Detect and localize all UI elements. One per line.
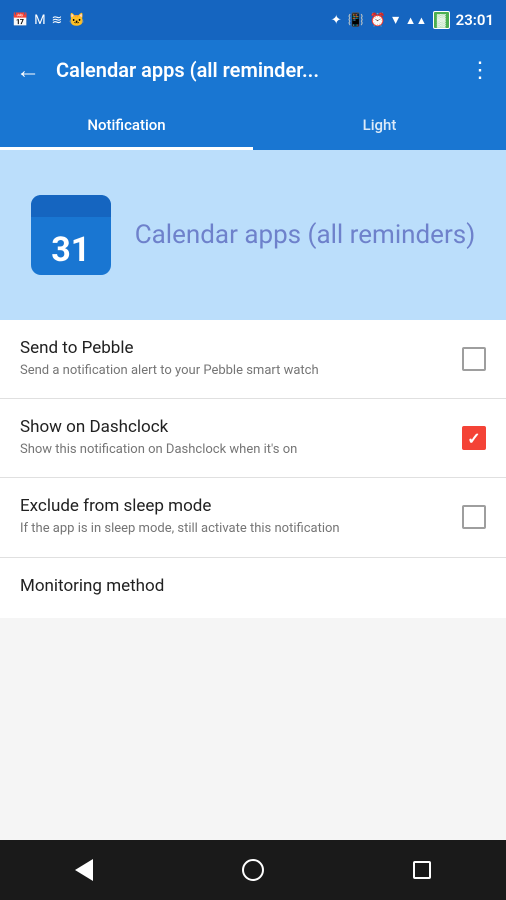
- more-options-button[interactable]: ⋮: [469, 58, 490, 83]
- alarm-icon: ⏰: [370, 13, 386, 28]
- settings-list: Send to Pebble Send a notification alert…: [0, 320, 506, 618]
- tab-notification[interactable]: Notification: [0, 100, 253, 150]
- hero-app-name: Calendar apps (all reminders): [135, 220, 476, 250]
- show-on-dashclock-checkbox[interactable]: [462, 426, 486, 450]
- calendar-date: 31: [51, 233, 90, 267]
- status-bar-left: 📅 M ≋ 🐱: [12, 13, 85, 28]
- exclude-sleep-mode-content: Exclude from sleep mode If the app is in…: [20, 496, 446, 538]
- show-on-dashclock-item[interactable]: Show on Dashclock Show this notification…: [0, 399, 506, 478]
- calendar-status-icon: 📅: [12, 13, 28, 28]
- exclude-sleep-mode-title: Exclude from sleep mode: [20, 496, 446, 516]
- vibrate-icon: 📳: [348, 13, 364, 28]
- send-to-pebble-desc: Send a notification alert to your Pebble…: [20, 362, 446, 380]
- send-to-pebble-content: Send to Pebble Send a notification alert…: [20, 338, 446, 380]
- app-bar: ← Calendar apps (all reminder... ⋮: [0, 40, 506, 100]
- wifi-icon: ▾: [392, 12, 399, 28]
- show-on-dashclock-title: Show on Dashclock: [20, 417, 446, 437]
- nav-recent-button[interactable]: [400, 848, 444, 892]
- home-circle-icon: [242, 859, 264, 881]
- status-bar-right: ✦ 📳 ⏰ ▾ ▲▲ ▓ 23:01: [331, 11, 494, 29]
- send-to-pebble-item[interactable]: Send to Pebble Send a notification alert…: [0, 320, 506, 399]
- send-to-pebble-checkbox[interactable]: [462, 347, 486, 371]
- status-time: 23:01: [456, 11, 494, 29]
- nav-bar: [0, 840, 506, 900]
- battery-icon: ▓: [433, 11, 450, 29]
- swift-status-icon: ≋: [52, 13, 63, 28]
- show-on-dashclock-content: Show on Dashclock Show this notification…: [20, 417, 446, 459]
- tabs-bar: Notification Light: [0, 100, 506, 150]
- app-icon: 31: [31, 195, 111, 275]
- exclude-sleep-mode-checkbox[interactable]: [462, 505, 486, 529]
- signal-icon: ▲▲: [405, 14, 427, 27]
- back-button[interactable]: ←: [16, 56, 40, 85]
- cat-status-icon: 🐱: [68, 13, 84, 28]
- status-bar: 📅 M ≋ 🐱 ✦ 📳 ⏰ ▾ ▲▲ ▓ 23:01: [0, 0, 506, 40]
- monitoring-method-item[interactable]: Monitoring method: [0, 558, 506, 618]
- show-on-dashclock-desc: Show this notification on Dashclock when…: [20, 441, 446, 459]
- hero-section: 31 Calendar apps (all reminders): [0, 150, 506, 320]
- send-to-pebble-title: Send to Pebble: [20, 338, 446, 358]
- monitoring-method-content: Monitoring method: [20, 576, 486, 600]
- nav-back-button[interactable]: [62, 848, 106, 892]
- gmail-status-icon: M: [34, 13, 45, 28]
- exclude-sleep-mode-desc: If the app is in sleep mode, still activ…: [20, 520, 446, 538]
- recent-square-icon: [413, 861, 431, 879]
- exclude-sleep-mode-item[interactable]: Exclude from sleep mode If the app is in…: [0, 478, 506, 557]
- bluetooth-icon: ✦: [331, 13, 342, 28]
- nav-home-button[interactable]: [231, 848, 275, 892]
- back-triangle-icon: [75, 859, 93, 881]
- calendar-icon-header: [31, 195, 111, 217]
- app-bar-title: Calendar apps (all reminder...: [56, 58, 453, 82]
- monitoring-method-title: Monitoring method: [20, 576, 486, 596]
- tab-light[interactable]: Light: [253, 100, 506, 150]
